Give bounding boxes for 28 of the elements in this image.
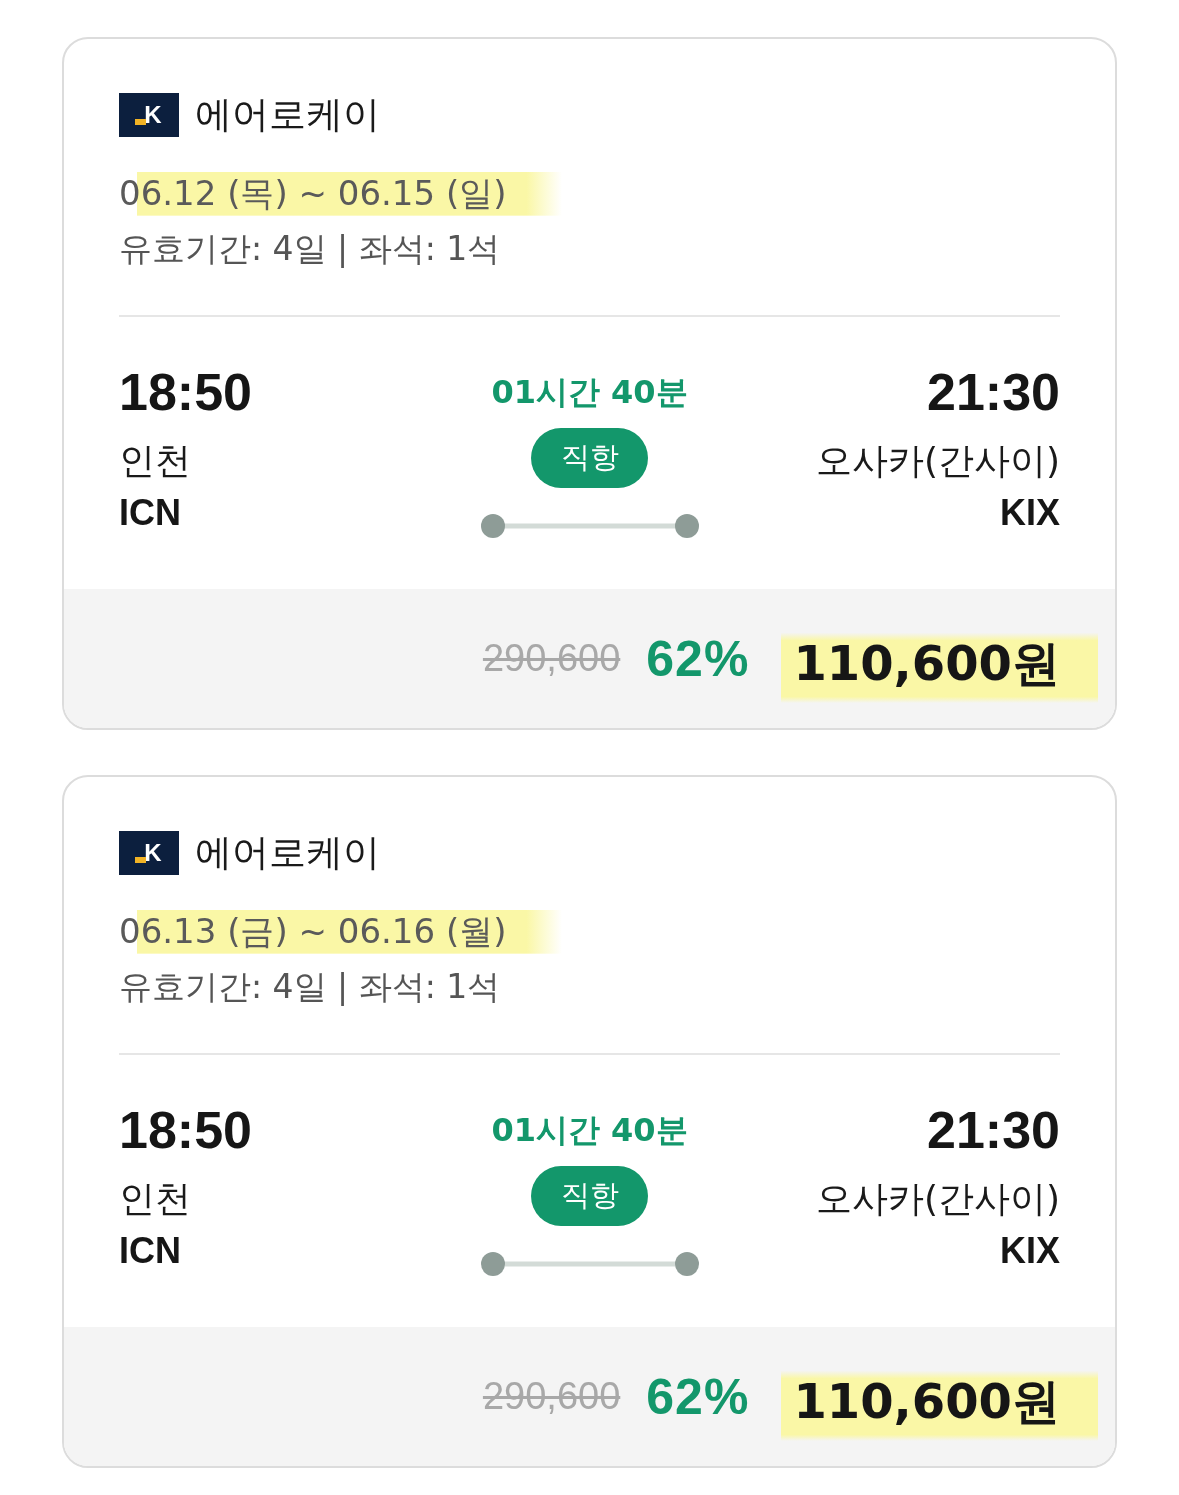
flight-duration: 01시간 40분 [491, 1110, 688, 1151]
arrival-city: 오사카(간사이) [815, 1177, 1060, 1221]
departure-city: 인천 [119, 1177, 191, 1221]
direct-flight-badge: 직항 [531, 428, 648, 488]
departure-time: 18:50 [119, 362, 252, 422]
flight-duration: 01시간 40분 [491, 372, 688, 413]
departure-time: 18:50 [119, 1100, 252, 1160]
arrival-code: KIX [1000, 491, 1060, 535]
arrival-code: KIX [1000, 1229, 1060, 1273]
route-line-icon [479, 1251, 700, 1277]
departure-code: ICN [119, 1229, 181, 1273]
arrival-city: 오사카(간사이) [815, 439, 1060, 483]
airline-name: 에어로케이 [195, 93, 380, 137]
discount-rate: 62% [646, 1367, 750, 1426]
direct-flight-badge: 직항 [531, 1166, 648, 1226]
discount-rate: 62% [646, 629, 750, 688]
validity-seats-text: 유효기간: 4일 | 좌석: 1석 [119, 966, 502, 1008]
arrival-time: 21:30 [927, 1100, 1060, 1160]
airline-name: 에어로케이 [195, 831, 380, 875]
departure-code: ICN [119, 491, 181, 535]
arrival-time: 21:30 [927, 362, 1060, 422]
departure-city: 인천 [119, 439, 191, 483]
airline-logo: K [119, 831, 179, 875]
original-price: 290,600 [482, 1375, 621, 1418]
original-price: 290,600 [482, 637, 621, 680]
validity-seats-text: 유효기간: 4일 | 좌석: 1석 [119, 228, 502, 270]
route-line-icon [479, 513, 700, 539]
airline-logo: K [119, 93, 179, 137]
